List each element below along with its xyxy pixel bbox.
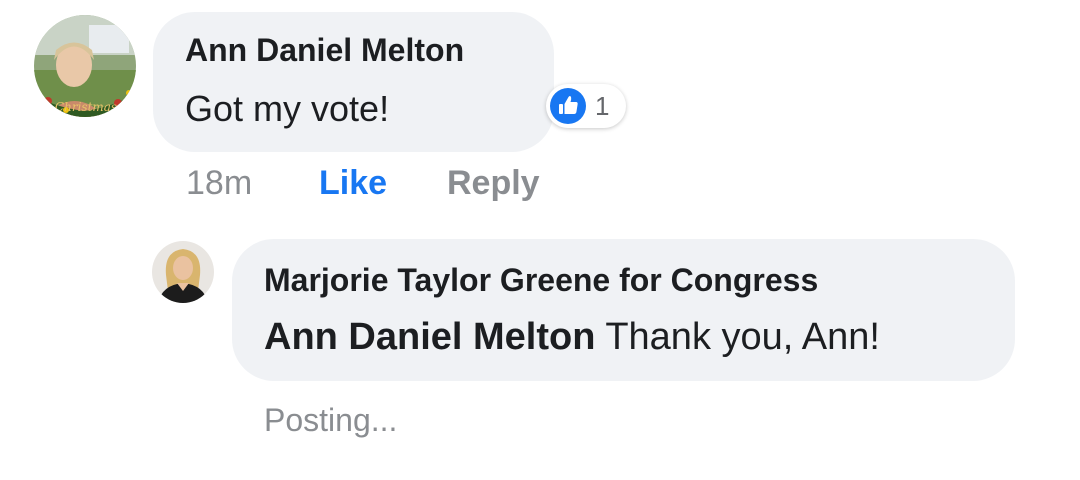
like-button[interactable]: Like: [319, 164, 387, 203]
reply-text-line: Ann Daniel Melton Thank you, Ann!: [264, 316, 880, 359]
avatar-photo-icon: [152, 241, 214, 303]
reply-bubble: [232, 239, 1015, 381]
comment-timestamp[interactable]: 18m: [186, 164, 252, 203]
reply-avatar[interactable]: [152, 241, 214, 303]
comment-thread: Christmas Ann Daniel Melton Got my vote!…: [0, 0, 1080, 480]
thumbs-up-icon: [550, 88, 586, 124]
comment-text: Got my vote!: [185, 88, 390, 129]
commenter-avatar[interactable]: Christmas: [34, 15, 136, 117]
comment-author-name[interactable]: Ann Daniel Melton: [185, 32, 464, 69]
mention-tag[interactable]: Ann Daniel Melton: [264, 316, 595, 358]
posting-status: Posting...: [264, 402, 398, 438]
avatar-photo-icon: Christmas: [34, 15, 136, 117]
svg-text:Christmas: Christmas: [55, 100, 117, 114]
reply-button[interactable]: Reply: [447, 164, 540, 203]
reply-text: Thank you, Ann!: [605, 316, 880, 358]
reply-author-name[interactable]: Marjorie Taylor Greene for Congress: [264, 262, 818, 299]
reaction-count: 1: [595, 91, 610, 121]
reaction-summary[interactable]: 1: [546, 84, 626, 128]
